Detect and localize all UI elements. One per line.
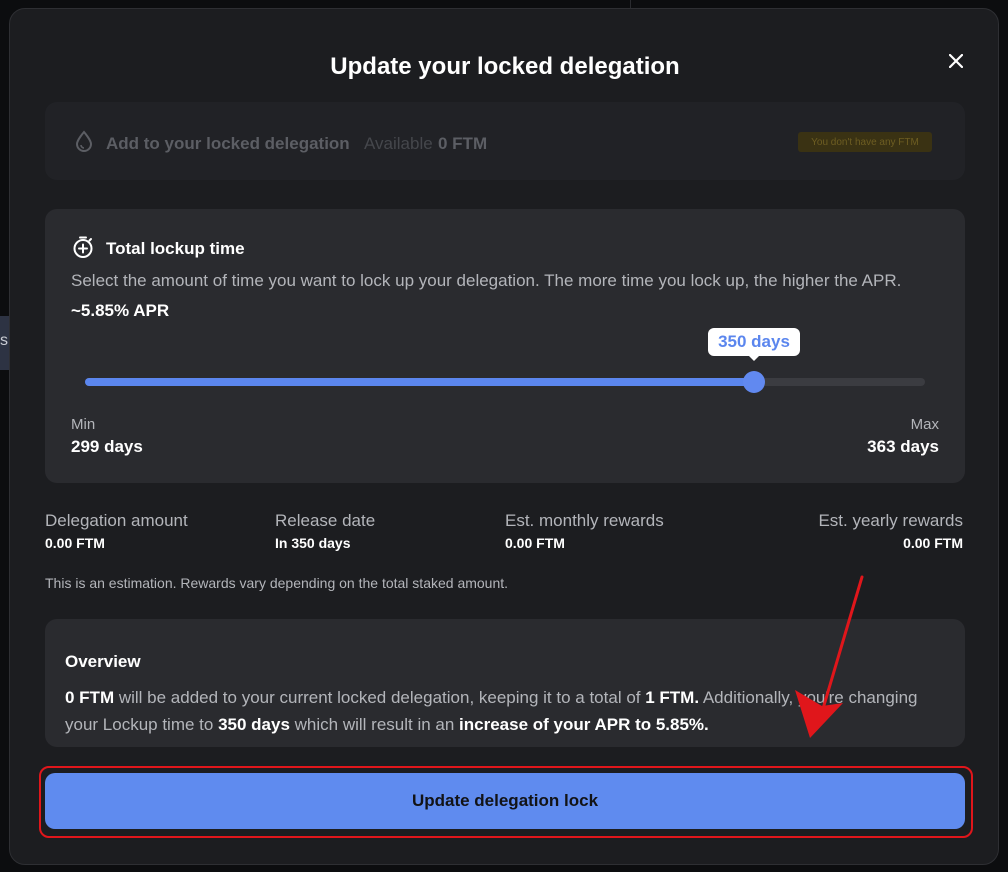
add-delegation-label: Add to your locked delegation <box>106 134 350 153</box>
timer-plus-icon <box>73 236 93 258</box>
available-value: 0 FTM <box>438 134 488 153</box>
stat-value-integer: 0 <box>505 535 513 551</box>
update-delegation-lock-button[interactable]: Update delegation lock <box>45 773 965 829</box>
background-strip-text: s <box>0 332 8 349</box>
overview-lockup-days: 350 days <box>218 715 290 734</box>
update-delegation-modal: Update your locked delegation Add to you… <box>9 8 999 865</box>
overview-apr-increase: increase of your APR to 5.85%. <box>459 715 709 734</box>
lockup-title: Total lockup time <box>106 239 245 258</box>
lockup-time-card: Total lockup time Select the amount of t… <box>45 209 965 483</box>
slider-thumb[interactable] <box>743 371 765 393</box>
stat-value-decimal: .00 FTM <box>910 535 963 551</box>
stat-value-integer: 0 <box>45 535 53 551</box>
min-label: Min <box>71 416 96 433</box>
stat-delegation-amount: Delegation amount 0.00 FTM <box>45 511 188 551</box>
slider-fill <box>85 378 754 386</box>
max-value: 363 days <box>867 437 939 456</box>
available-label: Available <box>364 134 433 153</box>
apr-value: ~5.85% APR <box>71 301 170 320</box>
stat-label: Est. yearly rewards <box>818 511 963 530</box>
stat-value: In 350 days <box>275 535 351 551</box>
stat-release-date: Release date In 350 days <box>275 511 375 551</box>
stat-value-decimal: .00 FTM <box>52 535 105 551</box>
overview-card: Overview 0 FTM will be added to your cur… <box>45 619 965 747</box>
modal-title: Update your locked delegation <box>330 53 680 80</box>
max-label: Max <box>910 416 939 433</box>
overview-title: Overview <box>65 652 141 671</box>
close-icon <box>949 54 963 68</box>
stat-label: Delegation amount <box>45 511 188 530</box>
slider-value-tooltip: 350 days <box>708 328 800 361</box>
stat-value: 0.00 FTM <box>818 535 963 551</box>
no-ftm-badge: You don't have any FTM <box>798 132 932 152</box>
stat-value: 0.00 FTM <box>505 535 664 551</box>
stat-value-decimal: .00 FTM <box>512 535 565 551</box>
overview-text-part: will be added to your current locked del… <box>114 688 646 707</box>
overview-text-part: which will result in an <box>289 715 460 734</box>
add-delegation-card: Add to your locked delegation Available … <box>45 102 965 180</box>
lockup-slider[interactable]: 350 days <box>85 328 925 393</box>
stat-label: Est. monthly rewards <box>505 511 664 530</box>
stat-label: Release date <box>275 511 376 530</box>
overview-added-amount: 0 FTM <box>65 688 115 707</box>
estimation-note: This is an estimation. Rewards vary depe… <box>45 575 509 591</box>
stat-monthly-rewards: Est. monthly rewards 0.00 FTM <box>505 511 664 551</box>
overview-total-amount: 1 FTM. <box>645 688 700 707</box>
min-value: 299 days <box>71 437 143 456</box>
overview-text: 0 FTM will be added to your current lock… <box>65 684 955 738</box>
droplet-icon <box>75 130 93 152</box>
stat-value-integer: 0 <box>903 535 911 551</box>
stat-value: 0.00 FTM <box>45 535 188 551</box>
stat-yearly-rewards: Est. yearly rewards 0.00 FTM <box>818 511 963 551</box>
lockup-description: Select the amount of time you want to lo… <box>71 271 902 290</box>
close-button[interactable] <box>944 49 968 73</box>
